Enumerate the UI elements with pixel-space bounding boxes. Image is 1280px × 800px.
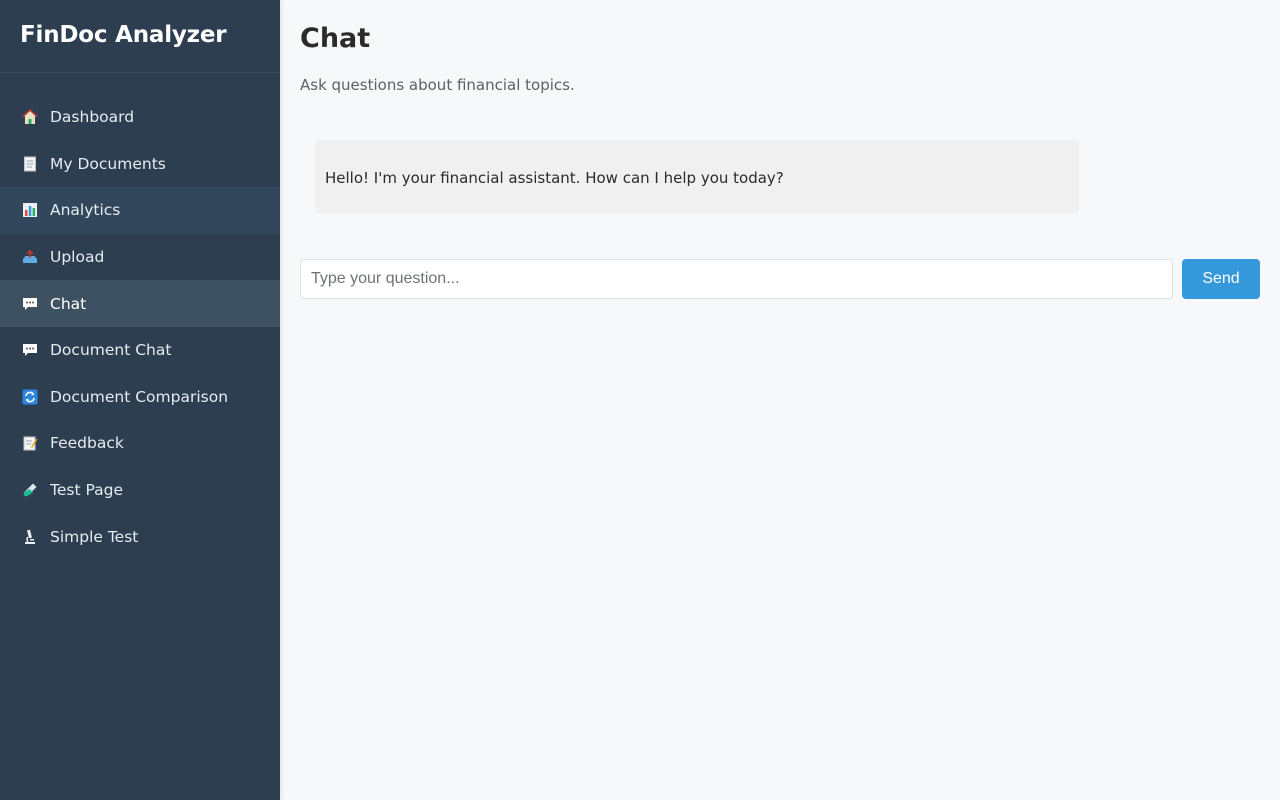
sidebar-item-label: Document Comparison [50,387,229,406]
upload-icon [20,247,40,267]
sidebar-item-label: Dashboard [50,108,135,127]
page-subtitle: Ask questions about financial topics. [300,76,575,94]
send-button[interactable]: Send [1182,259,1260,299]
memo-icon [20,433,40,453]
assistant-message: Hello! I'm your financial assistant. How… [315,140,1079,213]
sidebar: FinDoc Analyzer Dashboard My Documents A… [0,0,280,800]
chat-input-row: Send [300,259,1260,299]
sidebar-item-label: Document Chat [50,341,172,360]
sidebar-item-simple-test[interactable]: Simple Test [0,513,280,560]
sidebar-item-label: Test Page [50,481,123,500]
sidebar-item-label: Chat [50,294,87,313]
sidebar-item-chat[interactable]: Chat [0,280,280,327]
document-icon [20,154,40,174]
sidebar-item-label: My Documents [50,154,166,173]
main-content: Chat Ask questions about financial topic… [280,0,1280,800]
sidebar-item-analytics[interactable]: Analytics [0,187,280,234]
sidebar-item-my-documents[interactable]: My Documents [0,141,280,188]
sidebar-item-label: Feedback [50,434,124,453]
house-icon [20,107,40,127]
sidebar-item-label: Simple Test [50,527,139,546]
sidebar-item-label: Upload [50,248,105,267]
sidebar-item-document-comparison[interactable]: Document Comparison [0,374,280,421]
sidebar-item-upload[interactable]: Upload [0,234,280,281]
speech-bubble-icon [20,340,40,360]
refresh-icon [20,387,40,407]
sidebar-item-document-chat[interactable]: Document Chat [0,327,280,374]
speech-bubble-icon [20,294,40,314]
app-brand: FinDoc Analyzer [0,0,280,73]
page-title: Chat [300,23,371,54]
sidebar-item-dashboard[interactable]: Dashboard [0,94,280,141]
chat-input[interactable] [300,259,1173,299]
sidebar-nav: Dashboard My Documents Analytics Upload … [0,73,280,560]
test-tube-icon [20,480,40,500]
chat-history: Hello! I'm your financial assistant. How… [315,140,1079,213]
sidebar-item-feedback[interactable]: Feedback [0,420,280,467]
microscope-icon [20,527,40,547]
sidebar-item-test-page[interactable]: Test Page [0,467,280,514]
bar-chart-icon [20,200,40,220]
sidebar-item-label: Analytics [50,201,121,220]
